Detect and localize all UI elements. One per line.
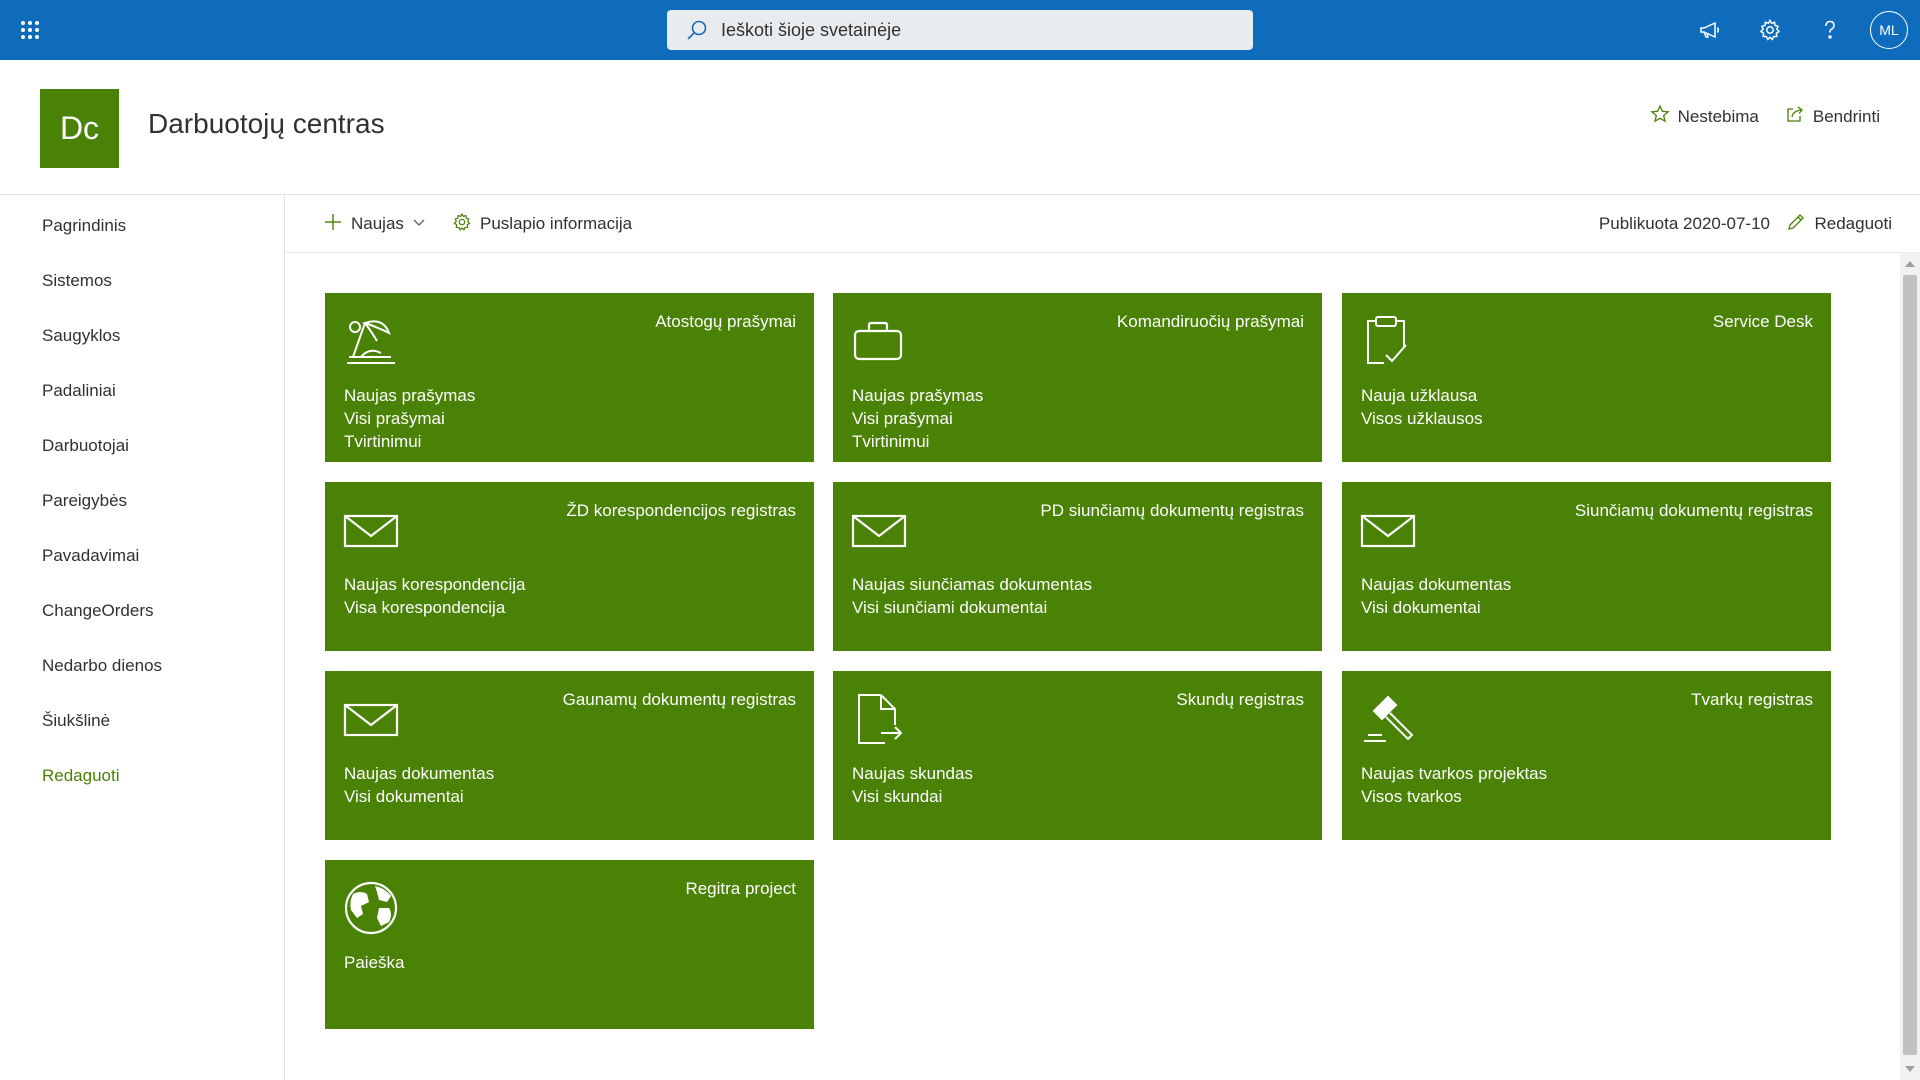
- edit-page-button[interactable]: Redaguoti: [1786, 209, 1892, 239]
- site-header: Dc Darbuotojų centras Nestebima Bendrint…: [0, 60, 1920, 195]
- tile-title: Gaunamų dokumentų registras: [562, 690, 796, 709]
- tile-link[interactable]: Naujas siunčiamas dokumentas: [852, 573, 1092, 596]
- tile-link[interactable]: Visi siunčiami dokumentai: [852, 596, 1092, 619]
- scrollbar-thumb[interactable]: [1903, 275, 1917, 1055]
- tile-link[interactable]: Naujas dokumentas: [344, 762, 494, 785]
- nav-item-sistemos[interactable]: Sistemos: [42, 266, 112, 296]
- nav-item-saugyklos[interactable]: Saugyklos: [42, 321, 120, 351]
- tile-link[interactable]: Naujas dokumentas: [1361, 573, 1511, 596]
- mail-icon: [343, 691, 399, 747]
- tile-link[interactable]: Visi skundai: [852, 785, 973, 808]
- share-button[interactable]: Bendrinti: [1785, 104, 1880, 129]
- mail-icon: [343, 502, 399, 558]
- tile-title: Tvarkų registras: [1691, 690, 1813, 709]
- tile-link[interactable]: Naujas prašymas: [852, 384, 983, 407]
- tile-title: Service Desk: [1712, 312, 1813, 331]
- nav-item-changeorders[interactable]: ChangeOrders: [42, 596, 154, 626]
- tile-gaunamu-dokumentu-registras[interactable]: Gaunamų dokumentų registras Naujas dokum…: [325, 671, 814, 840]
- tile-title: ŽD korespondencijos registras: [566, 501, 796, 520]
- settings-icon[interactable]: [1740, 6, 1800, 54]
- share-icon: [1785, 104, 1805, 129]
- gear-icon: [452, 212, 472, 237]
- tile-link[interactable]: Visi dokumentai: [344, 785, 494, 808]
- tile-link[interactable]: Naujas korespondencija: [344, 573, 525, 596]
- tile-link[interactable]: Naujas tvarkos projektas: [1361, 762, 1547, 785]
- command-bar: Naujas Puslapio informacija Publikuota 2…: [285, 195, 1920, 253]
- nav-edit-link[interactable]: Redaguoti: [42, 761, 120, 791]
- tile-pd-siunciamu-dokumentu-registras[interactable]: PD siunčiamų dokumentų registras Naujas …: [833, 482, 1322, 651]
- tile-title: Regitra project: [685, 879, 796, 898]
- megaphone-icon[interactable]: [1680, 6, 1740, 54]
- tile-link[interactable]: Tvirtinimui: [344, 430, 475, 453]
- globe-icon: [343, 880, 399, 936]
- mail-icon: [1360, 502, 1416, 558]
- nav-item-pavadavimai[interactable]: Pavadavimai: [42, 541, 139, 571]
- site-logo[interactable]: Dc: [40, 89, 119, 168]
- left-navigation: Pagrindinis Sistemos Saugyklos Padalinia…: [0, 195, 285, 1080]
- gavel-icon: [1360, 691, 1416, 747]
- tile-title: Atostogų prašymai: [655, 312, 796, 331]
- nav-item-nedarbo-dienos[interactable]: Nedarbo dienos: [42, 651, 162, 681]
- tile-link[interactable]: Tvirtinimui: [852, 430, 983, 453]
- tile-zd-korespondencijos-registras[interactable]: ŽD korespondencijos registras Naujas kor…: [325, 482, 814, 651]
- tile-title: Skundų registras: [1176, 690, 1304, 709]
- tile-link[interactable]: Naujas skundas: [852, 762, 973, 785]
- site-title[interactable]: Darbuotojų centras: [148, 108, 385, 140]
- scroll-up-arrow-icon[interactable]: [1905, 261, 1915, 267]
- tile-link[interactable]: Nauja užklausa: [1361, 384, 1483, 407]
- tile-link[interactable]: Visi prašymai: [852, 407, 983, 430]
- scroll-down-arrow-icon[interactable]: [1905, 1066, 1915, 1072]
- nav-item-pagrindinis[interactable]: Pagrindinis: [42, 211, 126, 241]
- help-icon[interactable]: [1800, 6, 1860, 54]
- app-launcher-icon[interactable]: [10, 10, 50, 50]
- chevron-down-icon: [412, 214, 426, 234]
- tile-title: PD siunčiamų dokumentų registras: [1040, 501, 1304, 520]
- search-icon: [685, 18, 709, 42]
- tile-siunciamu-dokumentu-registras[interactable]: Siunčiamų dokumentų registras Naujas dok…: [1342, 482, 1831, 651]
- published-status: Publikuota 2020-07-10: [1598, 214, 1770, 233]
- tile-link[interactable]: Naujas prašymas: [344, 384, 475, 407]
- tile-link[interactable]: Visi prašymai: [344, 407, 475, 430]
- tile-tvarku-registras[interactable]: Tvarkų registras Naujas tvarkos projekta…: [1342, 671, 1831, 840]
- suite-bar: ML: [0, 0, 1920, 60]
- nav-item-siuksline[interactable]: Šiukšlinė: [42, 706, 110, 736]
- new-button[interactable]: Naujas: [323, 209, 426, 239]
- tile-atostogu-prasymai[interactable]: Atostogų prašymai Naujas prašymas Visi p…: [325, 293, 814, 462]
- new-label: Naujas: [351, 214, 404, 233]
- document-arrow-icon: [851, 691, 907, 747]
- nav-item-padaliniai[interactable]: Padaliniai: [42, 376, 116, 406]
- tile-link[interactable]: Visa korespondencija: [344, 596, 525, 619]
- beach-icon: [343, 313, 399, 369]
- tile-link[interactable]: Visos tvarkos: [1361, 785, 1547, 808]
- follow-button[interactable]: Nestebima: [1650, 104, 1759, 129]
- tile-title: Komandiruočių prašymai: [1116, 312, 1304, 331]
- tile-regitra-project[interactable]: Regitra project Paieška: [325, 860, 814, 1029]
- clipboard-check-icon: [1360, 313, 1416, 369]
- tile-skundu-registras[interactable]: Skundų registras Naujas skundas Visi sku…: [833, 671, 1322, 840]
- tile-title: Siunčiamų dokumentų registras: [1574, 501, 1813, 520]
- search-box[interactable]: [667, 10, 1253, 50]
- page-info-button[interactable]: Puslapio informacija: [452, 209, 632, 239]
- tile-link[interactable]: Paieška: [344, 951, 404, 974]
- tile-service-desk[interactable]: Service Desk Nauja užklausa Visos užklau…: [1342, 293, 1831, 462]
- edit-page-label: Redaguoti: [1814, 214, 1892, 233]
- briefcase-icon: [851, 313, 907, 369]
- nav-item-pareigybes[interactable]: Pareigybės: [42, 486, 127, 516]
- search-input[interactable]: [721, 19, 1253, 41]
- share-label: Bendrinti: [1812, 106, 1880, 126]
- plus-icon: [323, 212, 343, 237]
- nav-item-darbuotojai[interactable]: Darbuotojai: [42, 431, 129, 461]
- tile-link[interactable]: Visi dokumentai: [1361, 596, 1511, 619]
- follow-label: Nestebima: [1677, 106, 1759, 126]
- page-info-label: Puslapio informacija: [480, 214, 633, 233]
- tile-link[interactable]: Visos užklausos: [1361, 407, 1483, 430]
- vertical-scrollbar[interactable]: [1900, 253, 1920, 1080]
- star-icon: [1650, 104, 1670, 129]
- tile-komandiruociu-prasymai[interactable]: Komandiruočių prašymai Naujas prašymas V…: [833, 293, 1322, 462]
- mail-icon: [851, 502, 907, 558]
- content-area: Atostogų prašymai Naujas prašymas Visi p…: [285, 253, 1900, 1080]
- pencil-icon: [1786, 212, 1806, 237]
- avatar[interactable]: ML: [1870, 11, 1908, 49]
